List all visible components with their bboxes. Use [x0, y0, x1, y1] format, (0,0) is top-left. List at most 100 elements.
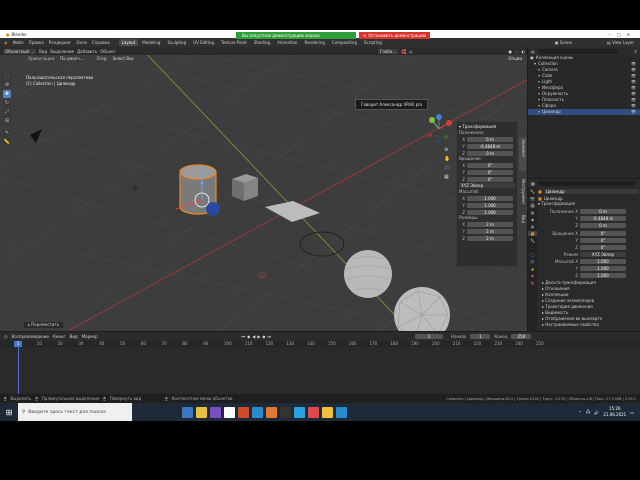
- menu-render[interactable]: Рендеринг: [49, 40, 72, 45]
- blender-menu-icon[interactable]: ◉: [4, 40, 8, 45]
- world-tab-icon[interactable]: ◍: [531, 224, 535, 229]
- tab-animation[interactable]: Animation: [274, 39, 300, 46]
- value-field[interactable]: 1.000: [467, 202, 513, 208]
- measure-tool-icon[interactable]: 📏: [3, 138, 11, 146]
- constraints-tab-icon[interactable]: ⛓: [530, 259, 535, 264]
- timeline-editor-icon[interactable]: ◷: [4, 334, 8, 339]
- play-reverse-icon[interactable]: ◀: [252, 334, 255, 339]
- transform-tool-icon[interactable]: ⊞: [3, 117, 11, 125]
- outliner-search-input[interactable]: [538, 48, 619, 54]
- tab-shading[interactable]: Shading: [251, 39, 273, 46]
- taskbar-app-icon[interactable]: [224, 406, 235, 418]
- taskbar-app-icon[interactable]: [322, 406, 333, 418]
- view-layer-tab-icon[interactable]: ▤: [531, 210, 535, 215]
- value-field[interactable]: 0°: [467, 176, 513, 182]
- value-field[interactable]: 0 m: [580, 222, 626, 228]
- rotate-tool-icon[interactable]: ↻: [3, 99, 11, 107]
- value-field[interactable]: 1.000: [467, 209, 513, 215]
- value-field[interactable]: 2 m: [467, 228, 513, 234]
- outliner-display-icon[interactable]: ▤: [531, 49, 535, 54]
- taskbar-app-icon[interactable]: [252, 406, 263, 418]
- next-key-icon[interactable]: ◆: [262, 334, 265, 339]
- stop-sharing-button[interactable]: ✕ Остановить демонстрацию: [359, 32, 430, 39]
- shading-wire-icon[interactable]: ◌: [515, 49, 519, 54]
- cube-object[interactable]: [232, 174, 258, 201]
- particles-tab-icon[interactable]: ∴: [531, 245, 534, 250]
- value-field[interactable]: 0°: [580, 237, 626, 243]
- filter-icon[interactable]: ⚲: [634, 49, 637, 54]
- mode-dropdown[interactable]: Объектный ...: [3, 48, 37, 54]
- tool-tab-icon[interactable]: 🔧: [530, 189, 535, 194]
- proportional-icon[interactable]: ◎: [409, 49, 413, 54]
- modifier-tab-icon[interactable]: 🔧: [530, 238, 535, 243]
- value-field[interactable]: 1.000: [580, 258, 626, 264]
- volume-icon[interactable]: 🔊: [594, 410, 599, 415]
- overlay-icon[interactable]: ◐: [522, 49, 526, 54]
- properties-editor-icon[interactable]: ▦: [531, 181, 535, 186]
- data-tab-icon[interactable]: ▲: [531, 266, 534, 271]
- object-name-field[interactable]: Цилиндр: [543, 188, 639, 194]
- properties-search-input[interactable]: [537, 180, 636, 186]
- zoom-icon[interactable]: ⊕: [444, 147, 450, 153]
- object-tab-icon[interactable]: ■: [528, 231, 537, 236]
- value-field[interactable]: 1.000: [467, 195, 513, 201]
- ortho-grid-icon[interactable]: ▦: [444, 174, 450, 180]
- 3d-viewport[interactable]: Объектный ... Вид Выделение Добавить Объ…: [0, 47, 527, 331]
- tab-rendering[interactable]: Rendering: [301, 39, 327, 46]
- orientation-dropdown[interactable]: По умолч...: [58, 56, 86, 61]
- scale-tool-icon[interactable]: ⤢: [3, 108, 11, 116]
- playback-menu[interactable]: Воспроизведение: [12, 334, 49, 339]
- add-menu[interactable]: Добавить: [77, 49, 97, 54]
- select-menu[interactable]: Выделение: [50, 49, 74, 54]
- value-field[interactable]: 2 m: [467, 221, 513, 227]
- value-field[interactable]: 0°: [467, 169, 513, 175]
- property-section-header[interactable]: ▸ Настраиваемые свойства: [538, 322, 639, 328]
- light-object[interactable]: [132, 185, 138, 191]
- value-field[interactable]: 0 m: [467, 136, 513, 142]
- pan-icon[interactable]: ✋: [444, 156, 450, 162]
- value-field[interactable]: 0°: [467, 162, 513, 168]
- value-field[interactable]: 0°: [580, 244, 626, 250]
- options-dropdown[interactable]: Опции: [506, 56, 524, 61]
- cursor-tool-icon[interactable]: ⊕: [3, 81, 11, 89]
- physics-tab-icon[interactable]: ◯: [530, 252, 534, 257]
- frame-ruler[interactable]: 0102030405060708090100110120130140150160…: [0, 341, 640, 347]
- taskbar-app-icon[interactable]: [308, 406, 319, 418]
- start-frame-field[interactable]: 1: [470, 333, 491, 339]
- circle-object[interactable]: [299, 231, 345, 257]
- value-field[interactable]: 0 m: [467, 150, 513, 156]
- annotate-tool-icon[interactable]: ✎: [3, 129, 11, 137]
- scene-selector[interactable]: ▣ Scene: [555, 40, 572, 45]
- taskbar-app-icon[interactable]: [210, 406, 221, 418]
- value-field[interactable]: 0 m: [580, 208, 626, 214]
- material-tab-icon[interactable]: ◉: [531, 273, 535, 278]
- tab-modeling[interactable]: Modeling: [139, 39, 163, 46]
- icosphere-object[interactable]: [394, 287, 450, 331]
- taskbar-app-icon[interactable]: [336, 406, 347, 418]
- timeline-view-menu[interactable]: Вид: [70, 334, 78, 339]
- prev-key-icon[interactable]: ◆: [247, 334, 250, 339]
- network-icon[interactable]: 🖧: [586, 409, 590, 416]
- tab-texture-paint[interactable]: Texture Paint: [218, 39, 250, 46]
- tab-tool[interactable]: Инструмент: [519, 177, 526, 207]
- viewport-scene[interactable]: [0, 47, 527, 331]
- tab-view[interactable]: Вид: [519, 213, 526, 225]
- camera-view-icon[interactable]: 🎥: [444, 165, 450, 171]
- snap-icon[interactable]: 🧲: [401, 49, 406, 54]
- last-operator-panel[interactable]: ▸ Переместить: [24, 322, 64, 328]
- taskbar-app-icon[interactable]: [280, 406, 291, 418]
- prop-mode-dropdown[interactable]: XYZ Эйлер: [580, 251, 626, 257]
- window-controls[interactable]: –□✕: [609, 32, 636, 37]
- tab-layout[interactable]: Layout: [118, 39, 139, 46]
- taskbar-app-icon[interactable]: [196, 406, 207, 418]
- view-menu[interactable]: Вид: [39, 49, 47, 54]
- clock[interactable]: 15:26 21.06.2021: [603, 406, 626, 418]
- current-frame-field[interactable]: 1: [415, 333, 444, 339]
- outliner-item[interactable]: ▾ Цилиндр 👁: [528, 109, 640, 115]
- taskbar-app-icon[interactable]: [294, 406, 305, 418]
- jump-start-icon[interactable]: ⏮: [242, 334, 246, 339]
- taskbar-app-icon[interactable]: [238, 406, 249, 418]
- select-tool-icon[interactable]: ⬚: [3, 72, 11, 80]
- sphere-object[interactable]: [344, 250, 392, 298]
- tab-uv-editing[interactable]: UV Editing: [190, 39, 217, 46]
